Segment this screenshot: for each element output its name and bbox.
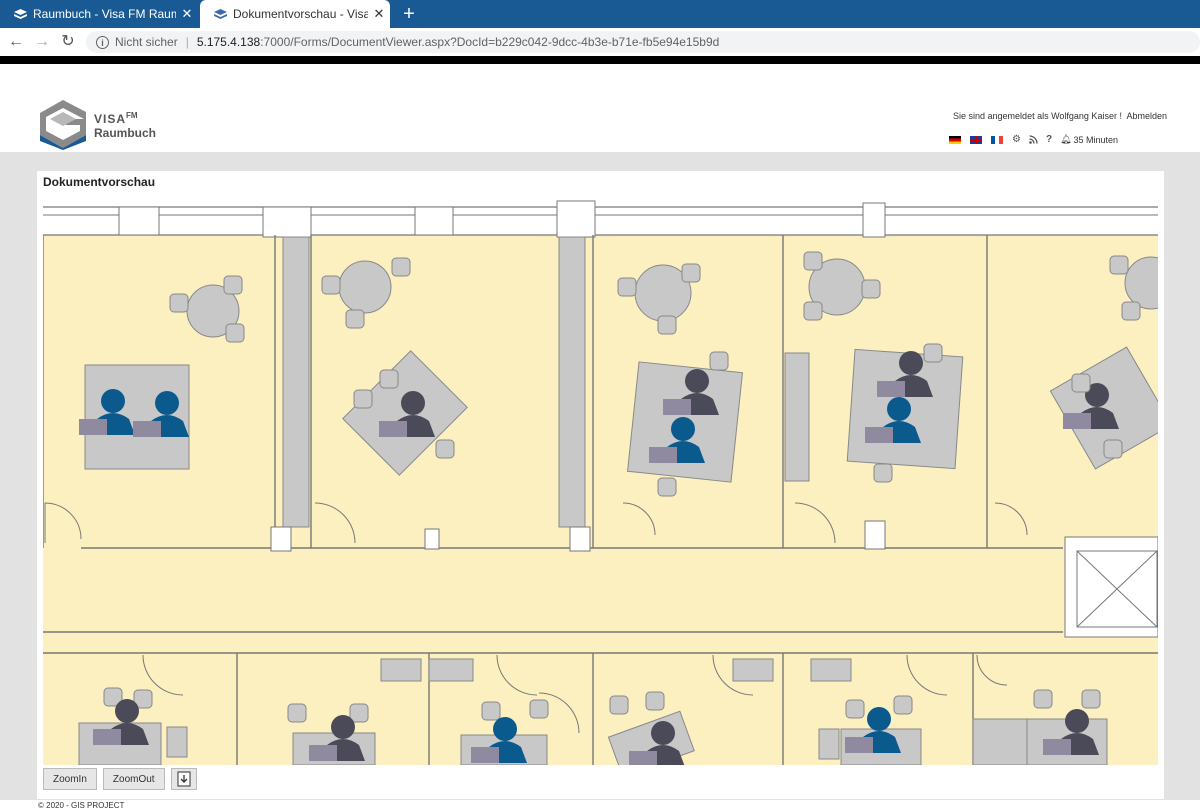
rss-icon[interactable]	[1029, 135, 1038, 144]
german-flag-icon[interactable]	[949, 135, 961, 144]
panel-title: Dokumentvorschau	[43, 175, 156, 189]
url-host: 5.175.4.138	[196, 35, 261, 49]
zoom-out-button[interactable]: ZoomOut	[102, 768, 165, 790]
bell-icon: 🔔︎	[1060, 134, 1072, 144]
logo-text: VISAFM Raumbuch	[94, 109, 156, 140]
document-preview-panel: Dokumentvorschau ZoomIn ZoomOut	[37, 171, 1164, 799]
tab-title: Dokumentvorschau - Visa FM Raumbuch	[233, 7, 368, 21]
address-bar-row: ← → ↻ i Nicht sicher | 5.175.4.138:7000/…	[0, 28, 1200, 56]
session-timer: 35 Minuten	[1073, 134, 1119, 145]
forward-button[interactable]: →	[32, 33, 52, 51]
logout-link[interactable]: Abmelden	[1126, 111, 1167, 121]
top-divider	[0, 56, 1200, 64]
floor-plan-drawing	[43, 193, 1158, 765]
browser-tab-bar: Raumbuch - Visa FM Raumbuch ✕ Dokumentvo…	[0, 0, 1200, 28]
gear-icon[interactable]: ⚙	[1012, 134, 1021, 145]
download-icon	[177, 771, 191, 787]
info-icon[interactable]: i	[96, 35, 109, 49]
back-button[interactable]: ←	[6, 33, 26, 51]
visa-tab-icon	[14, 8, 27, 19]
visa-logo-icon[interactable]	[38, 98, 88, 150]
french-flag-icon[interactable]	[991, 135, 1003, 144]
english-flag-icon[interactable]	[970, 135, 982, 144]
zoom-in-button[interactable]: ZoomIn	[43, 768, 97, 790]
reload-button[interactable]: ↻	[58, 33, 78, 51]
visa-tab-icon	[214, 8, 227, 19]
logo-subtitle: Raumbuch	[94, 126, 157, 140]
user-info: Sie sind angemeldet als Wolfgang Kaiser …	[953, 111, 1167, 121]
url-path: :7000/Forms/DocumentViewer.aspx?DocId=b2…	[260, 35, 720, 49]
close-tab-icon[interactable]: ✕	[176, 6, 198, 22]
logged-in-text: Sie sind angemeldet als Wolfgang Kaiser …	[953, 111, 1122, 121]
footer-copyright: © 2020 - GIS PROJECT	[38, 801, 125, 810]
logo-brand: VISA	[94, 112, 127, 126]
download-button[interactable]	[170, 768, 197, 790]
header-icon-row: ⚙ ? 🔔︎ 35 Minuten	[949, 134, 1118, 145]
tab-dokumentvorschau[interactable]: Dokumentvorschau - Visa FM Raumbuch ✕	[200, 0, 390, 28]
new-tab-button[interactable]: +	[398, 2, 420, 26]
viewer-toolbar: ZoomIn ZoomOut	[43, 768, 203, 792]
tab-raumbuch[interactable]: Raumbuch - Visa FM Raumbuch ✕	[0, 0, 198, 28]
security-label: Nicht sicher	[115, 35, 178, 49]
url-separator: |	[185, 35, 189, 49]
logo-sup: FM	[126, 111, 138, 120]
floor-plan-viewer[interactable]	[43, 193, 1158, 765]
close-tab-icon[interactable]: ✕	[368, 6, 390, 22]
help-icon[interactable]: ?	[1046, 134, 1052, 145]
app-header: VISAFM Raumbuch Sie sind angemeldet als …	[0, 64, 1200, 152]
url-field[interactable]: i Nicht sicher | 5.175.4.138:7000/Forms/…	[86, 31, 1200, 53]
tab-title: Raumbuch - Visa FM Raumbuch	[33, 7, 176, 21]
